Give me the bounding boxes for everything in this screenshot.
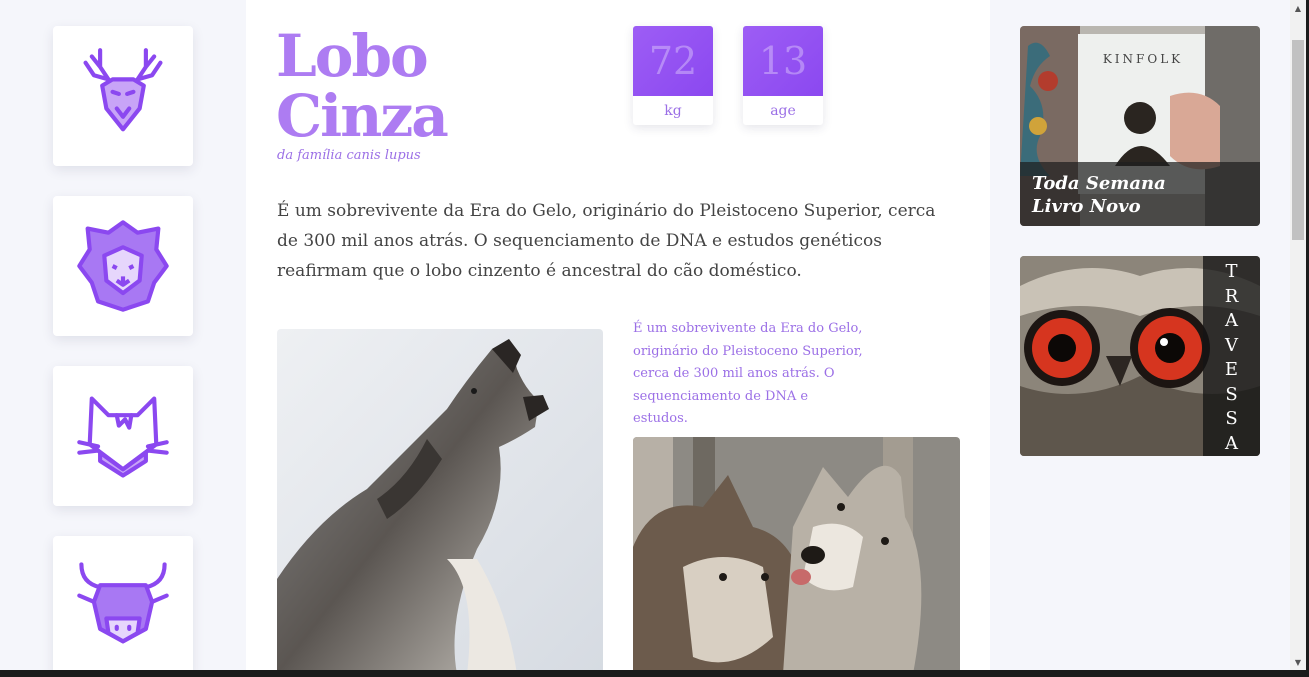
travessa-letter: A: [1225, 432, 1238, 454]
cat-icon: [77, 396, 169, 478]
animal-card-deer[interactable]: [53, 26, 193, 166]
stat-weight-unit: kg: [664, 102, 682, 119]
vertical-scrollbar[interactable]: ▲ ▼: [1290, 0, 1306, 670]
animal-card-lion[interactable]: [53, 196, 193, 336]
travessa-letter: T: [1225, 261, 1238, 282]
lion-icon: [77, 220, 169, 312]
travessa-letter: S: [1225, 408, 1238, 429]
travessa-letter: V: [1225, 334, 1238, 356]
kinfolk-ad-line-2: Livro Novo: [1032, 196, 1141, 217]
travessa-letter: R: [1224, 285, 1239, 307]
travessa-ad-strip: T R A V E S S A: [1203, 256, 1260, 456]
two-wolves-photo: [633, 437, 960, 674]
ads-sidebar: KINFOLK Toda Semana Livro Novo T R A V E: [990, 0, 1290, 670]
page-title: Lobo Cinza: [276, 22, 449, 150]
animal-sidebar: [0, 0, 246, 676]
article: Lobo Cinza da família canis lupus 72 kg …: [246, 0, 990, 674]
howling-wolf-photo: [277, 329, 603, 674]
scroll-down-arrow-icon[interactable]: ▼: [1290, 654, 1306, 670]
bull-icon: [77, 562, 169, 644]
stat-age-unit: age: [770, 102, 796, 119]
travessa-letter: A: [1225, 310, 1238, 331]
stat-weight-value: 72: [633, 26, 713, 96]
travessa-letter: S: [1225, 383, 1238, 405]
photo-caption: É um sobrevivente da Era do Gelo, origin…: [633, 321, 863, 426]
title-line-1: Lobo: [276, 22, 429, 90]
animal-card-bull[interactable]: [53, 536, 193, 676]
kinfolk-logo: KINFOLK: [1102, 52, 1184, 66]
deer-icon: [83, 48, 163, 132]
stat-weight: 72 kg: [633, 26, 713, 125]
kinfolk-ad[interactable]: KINFOLK Toda Semana Livro Novo: [1020, 26, 1260, 226]
article-description: É um sobrevivente da Era do Gelo, origin…: [277, 201, 936, 281]
travessa-ad[interactable]: T R A V E S S A: [1020, 256, 1260, 456]
stat-age: 13 age: [743, 26, 823, 125]
travessa-letter: E: [1224, 359, 1239, 380]
title-line-2: Cinza: [276, 82, 449, 150]
stat-age-value: 13: [743, 26, 823, 96]
kinfolk-ad-banner: Toda Semana Livro Novo: [1020, 162, 1260, 226]
kinfolk-ad-line-1: Toda Semana: [1032, 173, 1166, 194]
animal-card-cat[interactable]: [53, 366, 193, 506]
scroll-up-arrow-icon[interactable]: ▲: [1290, 0, 1306, 16]
scrollbar-thumb[interactable]: [1292, 40, 1304, 240]
page-subtitle: da família canis lupus: [277, 148, 421, 163]
